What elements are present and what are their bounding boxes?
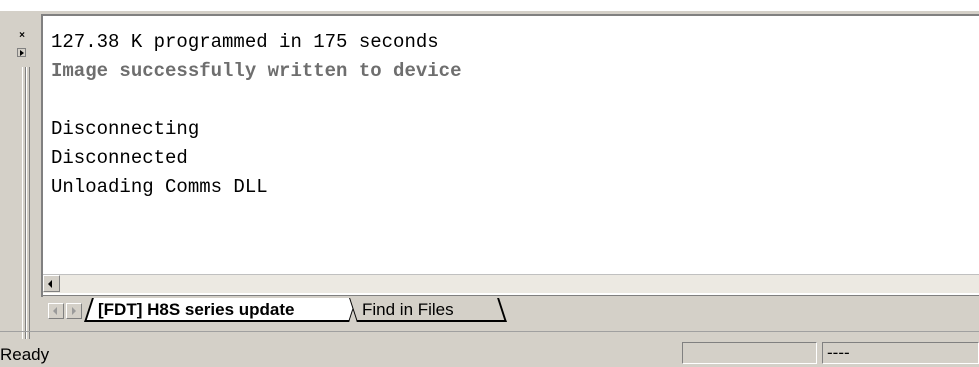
tab-find-in-files[interactable]: Find in Files (349, 298, 507, 322)
output-line: Disconnecting (51, 118, 200, 140)
divider (0, 331, 979, 332)
top-strip (0, 0, 979, 11)
status-text: Ready (0, 345, 50, 364)
tab-strip: [FDT] H8S series update Find in Files (43, 295, 979, 327)
status-bar: Ready ---- (0, 340, 979, 367)
tab-label: [FDT] H8S series update (98, 300, 295, 319)
output-lines: 127.38 K programmed in 175 seconds Image… (51, 28, 461, 202)
scroll-left-arrow-icon[interactable] (43, 275, 60, 292)
status-panel: ---- (822, 342, 979, 364)
grip-bar (26, 67, 30, 339)
output-line-highlight: Image successfully written to device (51, 60, 462, 82)
dock-grip[interactable]: × (0, 11, 40, 340)
tab-label: Find in Files (362, 300, 454, 319)
output-pane[interactable]: 127.38 K programmed in 175 seconds Image… (41, 14, 979, 297)
tab-fdt-h8s-series-update[interactable]: [FDT] H8S series update (84, 298, 357, 322)
close-icon[interactable]: × (17, 31, 27, 41)
output-line: Unloading Comms DLL (51, 176, 268, 198)
tab-next-arrow-icon[interactable] (66, 303, 82, 319)
expand-icon[interactable] (17, 48, 26, 57)
output-line: Disconnected (51, 147, 188, 169)
status-panel (682, 342, 817, 364)
tab-prev-arrow-icon[interactable] (48, 303, 64, 319)
output-line: 127.38 K programmed in 175 seconds (51, 31, 439, 53)
horizontal-scrollbar[interactable] (43, 274, 979, 293)
